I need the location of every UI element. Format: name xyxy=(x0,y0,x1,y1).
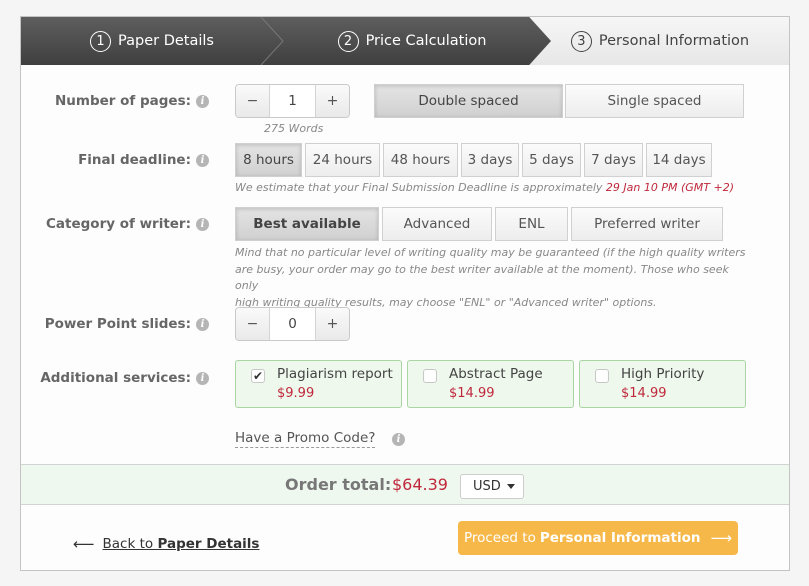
step-price-calculation[interactable]: 2 Price Calculation xyxy=(261,17,551,65)
slides-stepper: − 0 + xyxy=(235,307,350,341)
pages-input[interactable]: 1 xyxy=(269,85,316,117)
service-name: High Priority xyxy=(621,366,705,382)
service-name: Plagiarism report xyxy=(277,366,393,382)
order-total-value: $64.39 xyxy=(392,475,448,494)
deadline-option-5-days[interactable]: 5 days xyxy=(522,143,581,177)
writer-option-enl[interactable]: ENL xyxy=(495,207,568,241)
step-personal-information[interactable]: 3 Personal Information xyxy=(531,17,789,65)
pages-increment-button[interactable]: + xyxy=(316,85,349,117)
deadline-option-24-hours[interactable]: 24 hours xyxy=(305,143,380,177)
writer-note: Mind that no particular level of writing… xyxy=(235,246,746,309)
service-name: Abstract Page xyxy=(449,366,543,382)
arrow-left-icon: ⟵ xyxy=(73,535,95,553)
deadline-option-3-days[interactable]: 3 days xyxy=(461,143,519,177)
currency-select[interactable]: USD xyxy=(460,474,524,499)
writer-label: Category of writer: i xyxy=(46,216,209,232)
step-number-icon: 1 xyxy=(90,30,112,52)
service-abstract-page[interactable]: Abstract Page $14.99 xyxy=(407,360,574,408)
service-price: $14.99 xyxy=(621,386,667,401)
spacing-double-button[interactable]: Double spaced xyxy=(374,84,563,118)
writer-row: Category of writer: i Best available Adv… xyxy=(21,207,789,309)
pages-label: Number of pages: i xyxy=(55,93,209,109)
service-plagiarism-report[interactable]: ✔ Plagiarism report $9.99 xyxy=(235,360,402,408)
info-icon[interactable]: i xyxy=(196,94,209,108)
pages-row: Number of pages: i − 1 + 275 Words Doubl… xyxy=(21,84,789,144)
writer-option-advanced[interactable]: Advanced xyxy=(382,207,492,241)
checkbox-checked-icon[interactable]: ✔ xyxy=(251,369,265,383)
services-row: Additional services: i ✔ Plagiarism repo… xyxy=(21,360,789,410)
info-icon[interactable]: i xyxy=(392,433,405,446)
writer-option-preferred[interactable]: Preferred writer xyxy=(571,207,723,241)
service-price: $9.99 xyxy=(277,386,315,401)
chevron-down-icon xyxy=(507,484,515,489)
slides-row: Power Point slides: i − 0 + xyxy=(21,307,789,347)
deadline-estimate: We estimate that your Final Submission D… xyxy=(235,181,734,194)
spacing-single-button[interactable]: Single spaced xyxy=(565,84,744,118)
step-number-icon: 3 xyxy=(570,30,592,52)
step-number-icon: 2 xyxy=(337,30,359,52)
proceed-button[interactable]: Proceed to Personal Information ⟶ xyxy=(458,521,738,555)
step-progress-bar: 1 Paper Details 2 Price Calculation 3 Pe… xyxy=(21,17,789,65)
service-price: $14.99 xyxy=(449,386,495,401)
slides-decrement-button[interactable]: − xyxy=(236,308,269,340)
back-to-paper-details-link[interactable]: ⟵ Back to Paper Details xyxy=(73,535,259,553)
arrow-right-icon: ⟶ xyxy=(710,529,733,547)
deadline-option-48-hours[interactable]: 48 hours xyxy=(383,143,458,177)
deadline-row: Final deadline: i 8 hours 24 hours 48 ho… xyxy=(21,143,789,203)
order-total-bar: Order total: $64.39 USD xyxy=(21,464,789,505)
step-paper-details[interactable]: 1 Paper Details xyxy=(21,17,283,65)
services-label: Additional services: i xyxy=(40,370,209,386)
word-count: 275 Words xyxy=(264,122,324,135)
step-label: Paper Details xyxy=(118,33,214,49)
deadline-option-14-days[interactable]: 14 days xyxy=(646,143,712,177)
service-high-priority[interactable]: High Priority $14.99 xyxy=(579,360,746,408)
info-icon[interactable]: i xyxy=(196,371,209,385)
info-icon[interactable]: i xyxy=(196,217,209,231)
step-label: Price Calculation xyxy=(365,33,487,49)
info-icon[interactable]: i xyxy=(196,317,209,331)
promo-code-link[interactable]: Have a Promo Code? xyxy=(235,430,376,448)
deadline-option-8-hours[interactable]: 8 hours xyxy=(235,143,302,177)
info-icon[interactable]: i xyxy=(196,153,209,167)
deadline-option-7-days[interactable]: 7 days xyxy=(584,143,643,177)
deadline-estimate-date: 29 Jan 10 PM (GMT +2) xyxy=(605,181,734,194)
step-separator-icon xyxy=(261,17,284,65)
pages-stepper: − 1 + xyxy=(235,84,350,118)
order-form-card: 1 Paper Details 2 Price Calculation 3 Pe… xyxy=(20,16,790,571)
deadline-label: Final deadline: i xyxy=(78,152,209,168)
order-total-label: Order total: xyxy=(285,475,392,494)
writer-option-best-available[interactable]: Best available xyxy=(235,207,379,241)
pages-decrement-button[interactable]: − xyxy=(236,85,269,117)
slides-label: Power Point slides: i xyxy=(45,316,209,332)
checkbox-icon[interactable] xyxy=(595,369,609,383)
slides-input[interactable]: 0 xyxy=(269,308,316,340)
step-label: Personal Information xyxy=(598,33,750,49)
slides-increment-button[interactable]: + xyxy=(316,308,349,340)
checkbox-icon[interactable] xyxy=(423,369,437,383)
